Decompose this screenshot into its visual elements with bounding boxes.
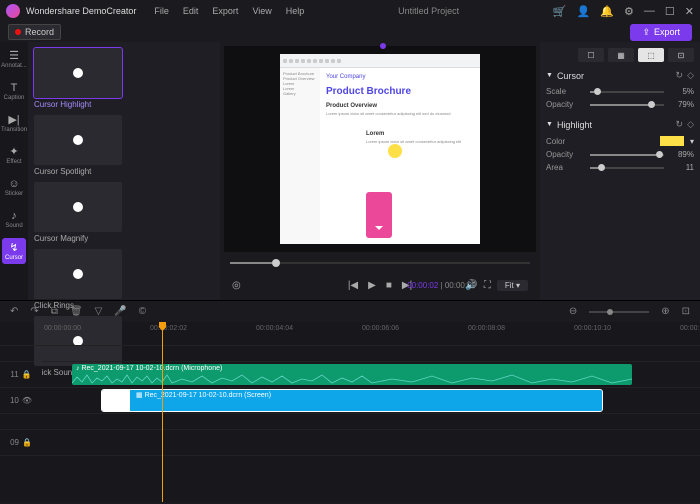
track-header-10[interactable]: 10👁 bbox=[0, 388, 42, 414]
toolbar: Record ⇪ Export bbox=[0, 22, 700, 42]
phone-graphic bbox=[366, 192, 392, 238]
undo-icon[interactable]: ↶ bbox=[10, 306, 18, 317]
asset-cursor-spotlight[interactable]: Cursor Spotlight bbox=[34, 115, 122, 176]
menu-export[interactable]: Export bbox=[212, 6, 238, 16]
highlight-opacity-slider[interactable] bbox=[590, 154, 664, 156]
app-logo bbox=[6, 4, 20, 18]
volume-icon[interactable]: 🔊 bbox=[465, 280, 477, 291]
panel-tab-4[interactable]: ⊡ bbox=[668, 48, 694, 62]
tool-sound[interactable]: ♪Sound bbox=[2, 206, 26, 232]
zoom-out-icon[interactable]: ⊖ bbox=[569, 306, 577, 317]
project-title: Untitled Project bbox=[304, 6, 553, 16]
stop-icon[interactable]: ■ bbox=[386, 280, 392, 291]
minimize-icon[interactable]: — bbox=[644, 5, 655, 17]
titlebar: Wondershare DemoCreator File Edit Export… bbox=[0, 0, 700, 22]
panel-tab-1[interactable]: ☐ bbox=[578, 48, 604, 62]
record-button[interactable]: Record bbox=[8, 24, 61, 40]
tool-cursor[interactable]: ↯Cursor bbox=[2, 238, 26, 264]
menu-bar: File Edit Export View Help bbox=[154, 6, 304, 16]
lock-icon[interactable]: 🔒 bbox=[22, 370, 32, 379]
canvas[interactable]: Product Brochure Product Overview Lorem … bbox=[224, 46, 536, 252]
menu-file[interactable]: File bbox=[154, 6, 169, 16]
preview-document: Product Brochure Product Overview Lorem … bbox=[280, 54, 480, 244]
tool-sticker[interactable]: ☺Sticker bbox=[2, 174, 26, 200]
close-icon[interactable]: ✕ bbox=[685, 5, 694, 18]
prev-icon[interactable]: |◀ bbox=[348, 280, 358, 291]
asset-cursor-highlight[interactable]: Cursor Highlight bbox=[34, 48, 122, 109]
reset-icon[interactable]: ↻ bbox=[676, 70, 684, 81]
scrubber[interactable] bbox=[230, 262, 530, 264]
color-swatch[interactable] bbox=[660, 136, 684, 146]
scale-slider[interactable] bbox=[590, 91, 664, 93]
area-slider[interactable] bbox=[590, 167, 664, 169]
cart-icon[interactable]: 🛒 bbox=[553, 5, 567, 18]
notify-icon[interactable]: 🔔 bbox=[600, 5, 614, 18]
export-icon: ⇪ bbox=[642, 27, 650, 38]
section-highlight: ▼Highlight↻◇ Color▾ Opacity89% Area11 bbox=[546, 119, 694, 172]
track-header-09[interactable]: 09🔒 bbox=[0, 430, 42, 456]
app-name: Wondershare DemoCreator bbox=[26, 6, 136, 16]
panel-tab-2[interactable]: ▦ bbox=[608, 48, 634, 62]
properties-panel: ☐ ▦ ⬚ ⊡ ▼Cursor↻◇ Scale5% Opacity79% ▼Hi… bbox=[540, 42, 700, 300]
timeline: 11🔒 10👁 09🔒 00:00:00:00 00:00:02:02 00:0… bbox=[0, 322, 700, 502]
track-audio[interactable]: ♪ Rec_2021-09-17 10-02-10.dcrn (Micropho… bbox=[42, 362, 700, 388]
asset-panel: Cursor Highlight Cursor Spotlight Cursor… bbox=[28, 42, 220, 300]
playhead[interactable] bbox=[162, 322, 163, 502]
tool-caption[interactable]: TCaption bbox=[2, 78, 26, 104]
preview-panel: Product Brochure Product Overview Lorem … bbox=[220, 42, 540, 300]
section-cursor: ▼Cursor↻◇ Scale5% Opacity79% bbox=[546, 70, 694, 109]
zoom-fit-select[interactable]: Fit ▾ bbox=[497, 280, 528, 291]
tool-annotate[interactable]: ☰Annotat... bbox=[2, 46, 26, 72]
user-icon[interactable]: 👤 bbox=[577, 5, 591, 18]
zoom-slider[interactable] bbox=[589, 311, 649, 313]
menu-edit[interactable]: Edit bbox=[183, 6, 199, 16]
snapshot-icon[interactable]: ◎ bbox=[232, 280, 241, 291]
maximize-icon[interactable]: ☐ bbox=[665, 5, 675, 18]
clip-video[interactable]: ▦ Rec_2021-09-17 10-02-10.dcrn (Screen) bbox=[102, 390, 602, 411]
panel-tab-3[interactable]: ⬚ bbox=[638, 48, 664, 62]
keyframe-icon[interactable]: ◇ bbox=[687, 70, 694, 81]
eye-icon[interactable]: 👁 bbox=[22, 396, 32, 405]
fullscreen-icon[interactable]: ⛶ bbox=[484, 280, 491, 291]
export-button[interactable]: ⇪ Export bbox=[630, 24, 692, 41]
menu-view[interactable]: View bbox=[252, 6, 271, 16]
tool-effect[interactable]: ✦Effect bbox=[2, 142, 26, 168]
copyright-icon[interactable]: © bbox=[139, 306, 146, 317]
export-label: Export bbox=[654, 27, 680, 37]
menu-help[interactable]: Help bbox=[286, 6, 305, 16]
keyframe-icon[interactable]: ◇ bbox=[687, 119, 694, 130]
tool-transition[interactable]: ▶|Transition bbox=[2, 110, 26, 136]
play-icon[interactable]: ▶ bbox=[368, 280, 376, 291]
zoom-fit-icon[interactable]: ⊡ bbox=[682, 306, 690, 317]
lock-icon[interactable]: 🔒 bbox=[22, 438, 32, 447]
asset-cursor-magnify[interactable]: Cursor Magnify bbox=[34, 182, 122, 243]
zoom-in-icon[interactable]: ⊕ bbox=[661, 306, 669, 317]
reset-icon[interactable]: ↻ bbox=[676, 119, 684, 130]
left-toolbar: ☰Annotat... TCaption ▶|Transition ✦Effec… bbox=[0, 42, 28, 300]
record-label: Record bbox=[25, 27, 54, 37]
clip-audio[interactable]: ♪ Rec_2021-09-17 10-02-10.dcrn (Micropho… bbox=[72, 364, 632, 385]
time-ruler[interactable]: 00:00:00:00 00:00:02:02 00:00:04:04 00:0… bbox=[42, 322, 700, 346]
chevron-down-icon[interactable]: ▾ bbox=[690, 137, 694, 146]
asset-click-rings[interactable]: Click Rings bbox=[34, 249, 122, 310]
record-dot-icon bbox=[15, 29, 21, 35]
track-video[interactable]: ▦ Rec_2021-09-17 10-02-10.dcrn (Screen) bbox=[42, 388, 700, 414]
settings-icon[interactable]: ⚙ bbox=[624, 5, 634, 18]
track-empty[interactable] bbox=[42, 430, 700, 456]
cursor-opacity-slider[interactable] bbox=[590, 104, 664, 106]
highlight-cursor-icon bbox=[388, 144, 402, 158]
